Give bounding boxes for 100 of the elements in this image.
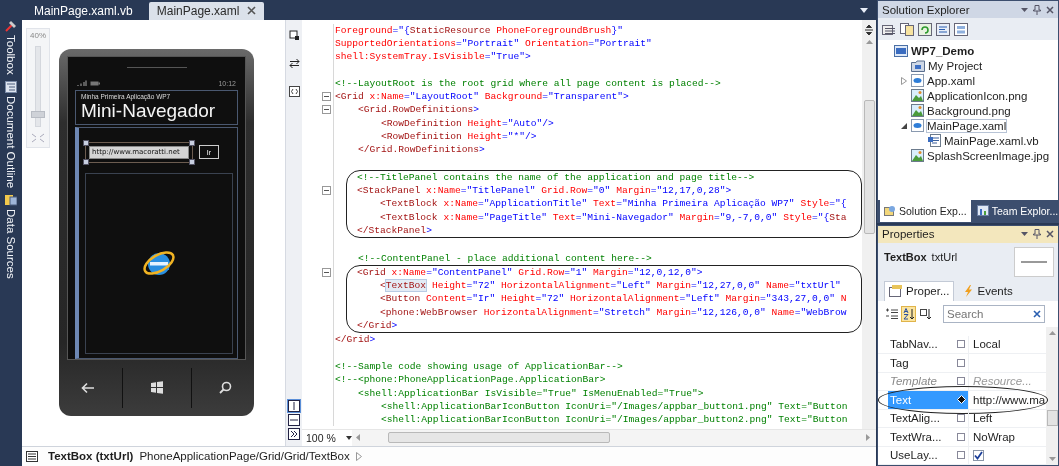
document-tab[interactable]: MainPage.xaml (148, 1, 265, 20)
search-field[interactable]: Search (943, 304, 1045, 323)
xaml-view-icon[interactable] (288, 85, 300, 97)
collapse-arrow-icon[interactable] (900, 122, 907, 129)
collapse-icon[interactable] (322, 268, 331, 277)
windows-logo-icon[interactable] (149, 381, 164, 394)
code-line: </Grid> (335, 333, 377, 347)
scrollbar-thumb[interactable] (1046, 409, 1058, 426)
solution-icon (884, 205, 896, 216)
tree-item[interactable]: SplashScreenImage.jpg (878, 148, 1058, 163)
split-handle-icon[interactable] (864, 23, 874, 36)
panel-title: Solution Explorer (882, 3, 970, 16)
property-value[interactable]: Left (973, 412, 993, 425)
breadcrumb-path[interactable]: PhoneApplicationPage/Grid/Grid/TextBox (139, 450, 350, 463)
property-name[interactable]: UseLay... (888, 446, 954, 464)
close-icon[interactable] (1046, 230, 1054, 238)
resize-handle[interactable] (189, 139, 195, 146)
property-marker-icon[interactable] (957, 432, 965, 441)
zoom-dropdown[interactable]: 100 % (302, 431, 352, 444)
panel-tab[interactable]: Events (960, 280, 1017, 301)
resize-handle[interactable] (83, 158, 89, 165)
code-line: <Grid.RowDefinitions> (357, 103, 480, 117)
caret-icon (345, 435, 352, 440)
dropdown-arrow-icon[interactable] (860, 8, 868, 13)
panel-tab[interactable]: Solution Exp... (880, 199, 971, 222)
dock-tab[interactable]: Data Sources (5, 193, 17, 279)
property-marker-icon[interactable] (957, 358, 965, 367)
sort-alphabetical-icon (902, 307, 915, 320)
pin-icon[interactable] (1033, 4, 1041, 15)
code-line: <shell:ApplicationBar IsVisible="True" IsMenuEnabled="True"> (357, 386, 705, 400)
scroll-left-icon[interactable] (356, 434, 360, 441)
scrollbar-thumb[interactable] (863, 99, 875, 234)
tree-item[interactable]: WP7_Demo (878, 43, 1058, 58)
property-marker-icon[interactable] (957, 340, 965, 349)
horizontal-split-icon[interactable] (288, 413, 300, 426)
property-name[interactable]: Template (888, 372, 954, 390)
resize-handle[interactable] (83, 139, 89, 146)
document-tab[interactable]: MainPage.xaml.vb (26, 1, 141, 20)
property-value[interactable]: Local (973, 338, 1001, 351)
clear-icon[interactable] (1033, 309, 1041, 318)
properties-folder-icon (911, 59, 925, 72)
code-line: <phone:WebBrowser HorizontalAlignment="Stretch" Margin="12,126,0,0" Name="WebBrow (379, 305, 848, 320)
property-name[interactable]: TabNav... (888, 335, 954, 353)
collapse-icon[interactable] (322, 105, 331, 115)
outline-icon (5, 80, 17, 93)
close-icon[interactable] (1046, 5, 1054, 14)
code-line: <Grid x:Name="LayoutRoot" Background="Transparent"> (335, 90, 630, 104)
property-name[interactable]: TextWra... (888, 428, 954, 446)
code-line: <!--<phone:PhoneApplicationPage.ApplicationBar> (335, 373, 607, 387)
checkbox[interactable] (973, 449, 984, 461)
property-marker-icon[interactable] (957, 451, 965, 460)
image-file-icon (911, 104, 924, 117)
document-outline-icon[interactable] (26, 450, 38, 462)
dropdown-arrow-icon[interactable] (1021, 7, 1028, 12)
tree-item[interactable]: App.xaml (878, 73, 1058, 88)
panel-tab[interactable]: Proper... (884, 280, 955, 301)
tree-item[interactable]: Background.png (878, 103, 1058, 118)
dock-tab[interactable]: Document Outline (5, 80, 17, 188)
property-sheet-icon (889, 285, 902, 297)
tree-item[interactable]: MainPage.xaml.vb (878, 133, 1058, 148)
view-code-icon[interactable] (936, 22, 950, 36)
show-all-files-icon[interactable] (900, 22, 914, 36)
property-name[interactable]: TextAlig... (888, 409, 954, 427)
expand-arrow-icon[interactable] (355, 451, 362, 461)
code-line: <TextBlock x:Name="PageTitle" Text="Mini-Navegador" Margin="9,-7,0,0" Style="{Sta (379, 210, 848, 224)
panel-tab[interactable]: Team Explor... (972, 199, 1059, 222)
code-line: <!--Sample code showing usage of ApplicationBar--> (335, 359, 624, 374)
code-line: <shell:ApplicationBarIconButton IconUri="/Images/appbar_button1.png" Text="Button (380, 399, 849, 414)
tree-item[interactable]: MainPage.xaml (878, 118, 1058, 133)
code-line: <Button Content="Ir" Height="72" HorizontalAlignment="Left" Margin="343,27,0,0" N (379, 292, 848, 306)
image-file-icon (911, 89, 924, 102)
property-marker-icon[interactable] (957, 414, 965, 423)
tree-item[interactable]: My Project (878, 58, 1058, 73)
pin-icon[interactable] (1033, 229, 1041, 239)
expand-arrow-icon[interactable] (900, 76, 907, 85)
search-icon[interactable] (219, 381, 233, 394)
properties-icon[interactable] (882, 22, 896, 36)
collapse-icon[interactable] (322, 186, 331, 196)
refresh-icon[interactable] (918, 22, 932, 36)
scrollbar-thumb[interactable] (388, 432, 610, 443)
scroll-right-icon[interactable] (866, 434, 870, 441)
property-value[interactable]: http://www.ma (973, 393, 1046, 406)
code-line: <TextBox Height="72" HorizontalAlignment="Left" Margin="12,27,0,0" Name="txtUrl" (379, 279, 842, 293)
expand-pane-icon[interactable] (288, 427, 300, 440)
vertical-split-icon[interactable] (288, 399, 300, 412)
selected-element: TextBox (txtUrl) (48, 450, 134, 463)
swap-panes-icon[interactable] (288, 57, 300, 69)
collapse-icon[interactable] (322, 92, 331, 102)
property-value[interactable]: NoWrap (973, 430, 1015, 443)
view-designer-icon[interactable] (954, 22, 968, 36)
dropdown-arrow-icon[interactable] (1021, 232, 1028, 236)
property-marker-icon[interactable] (957, 377, 965, 386)
resize-handle[interactable] (189, 158, 195, 165)
design-view-icon[interactable] (288, 29, 300, 41)
property-name[interactable]: Tag (888, 354, 954, 372)
close-icon[interactable] (247, 6, 257, 15)
view-toggle-button[interactable] (901, 305, 916, 322)
back-arrow-icon[interactable] (80, 381, 95, 394)
dock-tab[interactable]: Toolbox (5, 20, 17, 75)
tree-item[interactable]: ApplicationIcon.png (878, 88, 1058, 103)
